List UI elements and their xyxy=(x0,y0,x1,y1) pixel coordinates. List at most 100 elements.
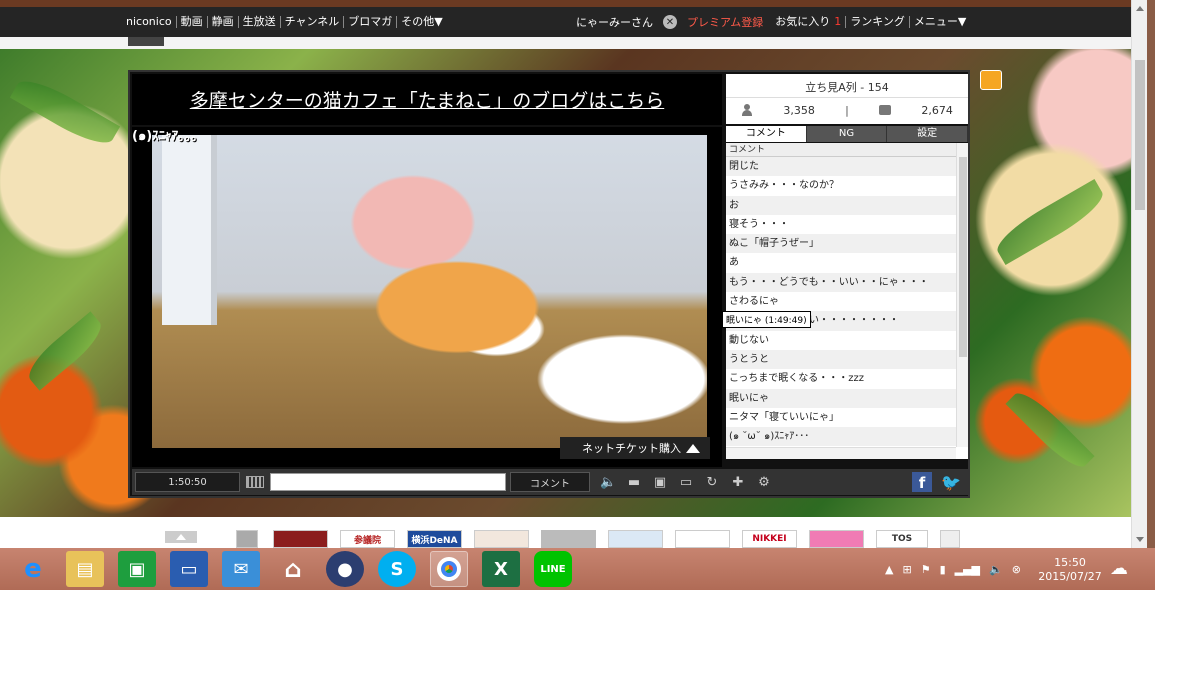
favorites-count-badge: 1 xyxy=(834,15,842,28)
internet-explorer-icon[interactable]: e xyxy=(14,551,52,587)
nav-blomaga[interactable]: ブロマガ xyxy=(344,16,398,28)
windows-store-icon[interactable]: ▣ xyxy=(118,551,156,587)
triangle-up-icon xyxy=(686,443,700,453)
nav-links: niconico 動画 静画 生放送 チャンネル ブロマガ その他▼ xyxy=(122,16,447,28)
scroll-up-arrow-icon[interactable] xyxy=(1136,6,1144,11)
top-navigation: niconico 動画 静画 生放送 チャンネル ブロマガ その他▼ にゃーみー… xyxy=(0,7,1131,37)
tray-battery-icon[interactable]: ▮ xyxy=(940,563,946,576)
screen-size-icon[interactable]: ▭ xyxy=(678,475,694,490)
nav-other[interactable]: その他▼ xyxy=(397,16,446,28)
app-gamepad-icon[interactable]: ✚ xyxy=(730,475,746,490)
sponsor-banner[interactable] xyxy=(474,530,529,548)
scroll-down-arrow-icon[interactable] xyxy=(1136,537,1144,542)
close-icon[interactable]: ✕ xyxy=(663,15,677,29)
comment-vertical-scrollbar[interactable] xyxy=(956,143,968,447)
line-app-icon[interactable]: LINE xyxy=(534,551,572,587)
weather-cloud-icon[interactable]: ☁ xyxy=(1110,558,1140,580)
sponsor-banner[interactable] xyxy=(236,530,258,548)
twitter-icon[interactable]: 🐦 xyxy=(940,473,962,492)
reload-icon[interactable]: ↻ xyxy=(704,475,720,490)
video-stream[interactable] xyxy=(152,135,707,448)
comment-row[interactable]: ニタマ「寝ていいにゃ」 xyxy=(726,408,956,427)
sub-nav-button[interactable] xyxy=(128,37,164,46)
comment-row[interactable]: (๑ ˘ω˘ ๑)ｽﾆｬｱ･･･ xyxy=(726,427,956,447)
ng-filter-icon[interactable]: ▣ xyxy=(652,475,668,490)
page-scroll-thumb[interactable] xyxy=(1135,60,1145,210)
comment-list[interactable]: コメント 閉じた うさみみ・・・なのか？ お 寝そう・・・ ぬこ「帽子うぜー」 … xyxy=(726,143,968,459)
video-window-frame xyxy=(162,135,217,325)
sponsor-banner-nikkei[interactable]: NIKKEI xyxy=(742,530,797,548)
tab-ng[interactable]: NG xyxy=(807,126,888,142)
comment-row[interactable]: 寝そう・・・ xyxy=(726,215,956,234)
blog-banner-link[interactable]: 多摩センターの猫カフェ「たまねこ」のブログはこちら xyxy=(190,86,664,113)
comment-list-header[interactable]: コメント xyxy=(726,143,956,157)
file-explorer-icon[interactable]: ▤ xyxy=(66,551,104,587)
excel-icon[interactable]: X xyxy=(482,551,520,587)
scroll-up-button[interactable] xyxy=(165,531,197,543)
tray-windows-icon[interactable]: ⊞ xyxy=(902,563,911,576)
seat-info: 立ち見A列 - 154 xyxy=(726,74,968,98)
menu-dropdown[interactable]: メニュー▼ xyxy=(910,16,970,28)
sponsor-banner[interactable] xyxy=(608,530,663,548)
comment-row[interactable]: あ xyxy=(726,253,956,272)
sponsor-banner[interactable] xyxy=(675,530,730,548)
tray-flag-icon[interactable]: ⚑ xyxy=(921,563,931,576)
facebook-icon[interactable]: f xyxy=(912,472,932,492)
tab-settings[interactable]: 設定 xyxy=(887,126,969,142)
app-corner-icon[interactable] xyxy=(980,70,1002,90)
home-icon[interactable]: ⌂ xyxy=(274,551,312,587)
sponsor-banner[interactable] xyxy=(541,530,596,548)
mail-icon[interactable]: ✉ xyxy=(222,551,260,587)
comment-icon xyxy=(879,105,892,115)
nav-video[interactable]: 動画 xyxy=(177,16,208,28)
tray-volume-icon[interactable]: 🔈 xyxy=(989,563,1003,576)
comment-input[interactable] xyxy=(270,473,506,491)
keyboard-icon[interactable] xyxy=(246,476,264,488)
comment-row[interactable]: 動じない xyxy=(726,331,956,350)
comment-row[interactable]: さわるにゃ xyxy=(726,292,956,311)
net-ticket-button[interactable]: ネットチケット購入 xyxy=(560,437,710,459)
comment-row[interactable]: ぬこ「帽子うぜー」 xyxy=(726,234,956,254)
viewer-icon xyxy=(741,104,753,116)
skype-icon[interactable]: S xyxy=(378,551,416,587)
tray-close-icon[interactable]: ⊗ xyxy=(1012,563,1021,576)
favorites-link[interactable]: お気に入り 1 xyxy=(771,15,847,28)
tab-comment[interactable]: コメント xyxy=(726,126,807,142)
user-name-link[interactable]: にゃーみーさん xyxy=(576,14,653,30)
comment-submit-button[interactable]: コメント xyxy=(510,472,590,492)
lenovo-computer-icon[interactable]: ▭ xyxy=(170,551,208,587)
comment-row[interactable]: もう・・・どうでも・・いい・・にゃ・・・ xyxy=(726,272,956,293)
page-vertical-scrollbar[interactable] xyxy=(1131,0,1147,548)
comment-scroll-thumb[interactable] xyxy=(959,157,967,357)
system-clock[interactable]: 15:50 2015/07/27 xyxy=(1038,556,1102,584)
comment-toggle-icon[interactable]: ▬ xyxy=(626,475,642,490)
chrome-icon[interactable] xyxy=(430,551,468,587)
settings-gear-icon[interactable]: ⚙ xyxy=(756,475,772,490)
comment-row[interactable]: こっちまで眠くなる・・・zzz xyxy=(726,369,956,388)
sponsor-banner[interactable] xyxy=(809,530,864,548)
nav-live[interactable]: 生放送 xyxy=(239,16,281,28)
sub-navigation-strip xyxy=(0,37,1131,49)
tray-expand-icon[interactable]: ▲ xyxy=(885,563,893,576)
nav-seiga[interactable]: 静画 xyxy=(208,16,239,28)
comment-row[interactable]: 眠いにゃ xyxy=(726,388,956,408)
comment-row[interactable]: うとうと xyxy=(726,349,956,370)
comment-row[interactable]: うさみみ・・・なのか？ xyxy=(726,176,956,195)
windows-taskbar: e ▤ ▣ ▭ ✉ ⌂ ● S X LINE ▲ ⊞ ⚑ ▮ ▂▄▆ 🔈 ⊗ 1… xyxy=(0,548,1155,590)
sponsor-banner[interactable] xyxy=(940,530,960,548)
comment-row[interactable]: お xyxy=(726,195,956,215)
sponsor-banner-sangiin[interactable]: 参議院 xyxy=(340,530,395,548)
comment-row[interactable]: 閉じた xyxy=(726,157,956,177)
tray-signal-icon[interactable]: ▂▄▆ xyxy=(955,563,980,576)
ranking-link[interactable]: ランキング xyxy=(846,16,910,28)
volume-icon[interactable]: 🔈 xyxy=(600,475,616,490)
nav-channel[interactable]: チャンネル xyxy=(281,16,345,28)
nav-niconico[interactable]: niconico xyxy=(122,16,177,28)
comment-horizontal-scrollbar[interactable] xyxy=(726,447,956,459)
sponsor-banner[interactable] xyxy=(273,530,328,548)
premium-signup-link[interactable]: プレミアム登録 xyxy=(687,14,763,30)
sponsor-banner-tos[interactable]: TOS xyxy=(876,530,928,548)
sponsor-banner-strip: 参議院 横浜DeNA NIKKEI TOS xyxy=(0,517,1131,548)
sponsor-banner-dena[interactable]: 横浜DeNA xyxy=(407,530,462,548)
thunderbird-icon[interactable]: ● xyxy=(326,551,364,587)
